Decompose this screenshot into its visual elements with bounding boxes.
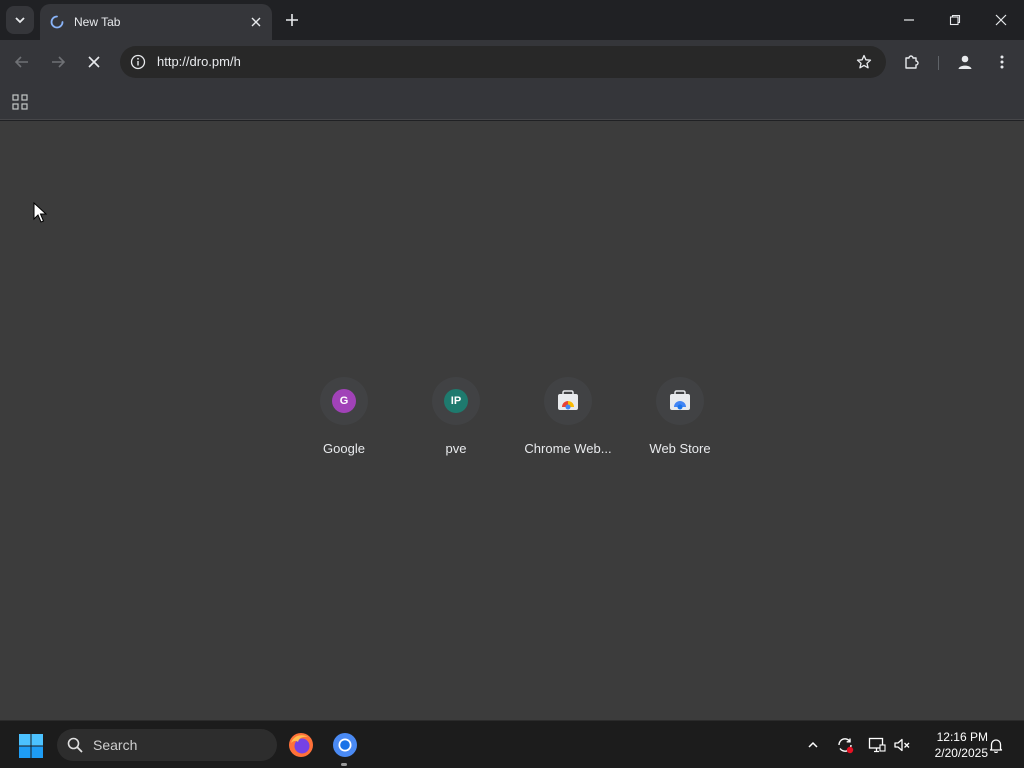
tab-close-button[interactable]	[246, 12, 266, 32]
clock-time: 12:16 PM	[936, 730, 988, 744]
address-bar[interactable]: http://dro.pm/h	[120, 46, 886, 78]
taskbar-search-box[interactable]: Search	[57, 729, 277, 761]
shortcut-label: Google	[323, 441, 365, 456]
windows-taskbar: Search 12:16 PM 2/20/2025	[0, 720, 1024, 768]
notifications-button[interactable]	[986, 735, 1006, 755]
tab-title: New Tab	[74, 15, 121, 29]
apps-button[interactable]	[8, 90, 32, 114]
new-tab-button[interactable]	[280, 8, 304, 32]
sync-status-button[interactable]	[835, 735, 855, 755]
extensions-button[interactable]	[898, 48, 926, 76]
apps-grid-icon	[12, 94, 28, 110]
shortcut-label: pve	[445, 441, 467, 456]
restore-icon	[949, 14, 961, 26]
shortcut-icon-container: G	[320, 377, 368, 425]
new-tab-page: G Google IP pve Chrome Web... Web Store	[0, 121, 1024, 720]
close-icon	[995, 14, 1007, 26]
show-hidden-icons-button[interactable]	[803, 735, 823, 755]
tab-strip: New Tab	[0, 0, 1024, 40]
volume-button[interactable]	[892, 735, 912, 755]
minimize-icon	[904, 19, 914, 21]
taskbar-clock[interactable]: 12:16 PM 2/20/2025	[918, 729, 988, 761]
browser-menu-button[interactable]	[988, 48, 1016, 76]
profile-button[interactable]	[951, 48, 979, 76]
network-button[interactable]	[867, 735, 887, 755]
search-icon	[67, 737, 83, 753]
network-icon	[868, 737, 886, 753]
plus-icon	[286, 14, 298, 26]
tab-new-tab[interactable]: New Tab	[40, 4, 272, 40]
close-icon	[251, 17, 261, 27]
back-button[interactable]	[8, 48, 36, 76]
close-window-button[interactable]	[978, 0, 1024, 40]
site-info-button[interactable]	[128, 52, 148, 72]
shortcut-chrome-web-store[interactable]: Chrome Web...	[512, 377, 624, 467]
loading-spinner-icon	[50, 15, 64, 29]
bookmark-star-button[interactable]	[854, 52, 874, 72]
shortcut-label: Chrome Web...	[524, 441, 612, 456]
clock-date: 2/20/2025	[934, 746, 988, 760]
shortcut-web-store[interactable]: Web Store	[624, 377, 736, 467]
sync-error-icon	[838, 738, 854, 754]
chrome-web-store-icon	[558, 390, 578, 410]
volume-muted-icon	[894, 738, 910, 752]
stop-loading-button[interactable]	[80, 48, 108, 76]
close-icon	[88, 56, 100, 68]
toolbar-separator	[938, 56, 939, 70]
person-icon	[958, 55, 972, 69]
windows-start-icon[interactable]	[18, 733, 44, 759]
shortcut-icon-container: IP	[432, 377, 480, 425]
shortcut-icon-container	[656, 377, 704, 425]
shortcut-pve[interactable]: IP pve	[400, 377, 512, 467]
shortcut-google[interactable]: G Google	[288, 377, 400, 467]
mouse-cursor-icon	[33, 202, 47, 223]
chevron-up-icon	[808, 741, 818, 748]
restore-button[interactable]	[932, 0, 978, 40]
chevron-down-icon	[15, 17, 25, 24]
forward-button[interactable]	[44, 48, 72, 76]
pve-letter-icon: IP	[444, 389, 468, 413]
arrow-left-icon	[14, 56, 28, 68]
google-letter-icon: G	[332, 389, 356, 413]
chrome-icon[interactable]	[331, 731, 359, 759]
taskbar-search-label: Search	[93, 737, 138, 753]
url-text[interactable]: http://dro.pm/h	[157, 54, 241, 69]
shortcut-label: Web Store	[649, 441, 711, 456]
minimize-button[interactable]	[886, 0, 932, 40]
active-app-indicator	[341, 763, 347, 766]
shortcut-icon-container	[544, 377, 592, 425]
puzzle-icon	[905, 55, 919, 69]
tab-search-button[interactable]	[6, 6, 34, 34]
screen: New Tab http://dro.pm/h G Google IP pve …	[0, 0, 1024, 768]
arrow-right-icon	[52, 56, 66, 68]
chrome-web-store-icon	[670, 390, 690, 410]
browser-toolbar: http://dro.pm/h	[0, 40, 1024, 84]
bell-icon	[989, 739, 1003, 753]
more-vert-icon	[1000, 55, 1004, 69]
firefox-icon[interactable]	[287, 731, 315, 759]
star-icon	[856, 54, 872, 69]
shortcut-tiles: G Google IP pve Chrome Web... Web Store	[0, 121, 1024, 720]
info-icon	[130, 54, 146, 70]
bookmarks-bar	[0, 84, 1024, 120]
